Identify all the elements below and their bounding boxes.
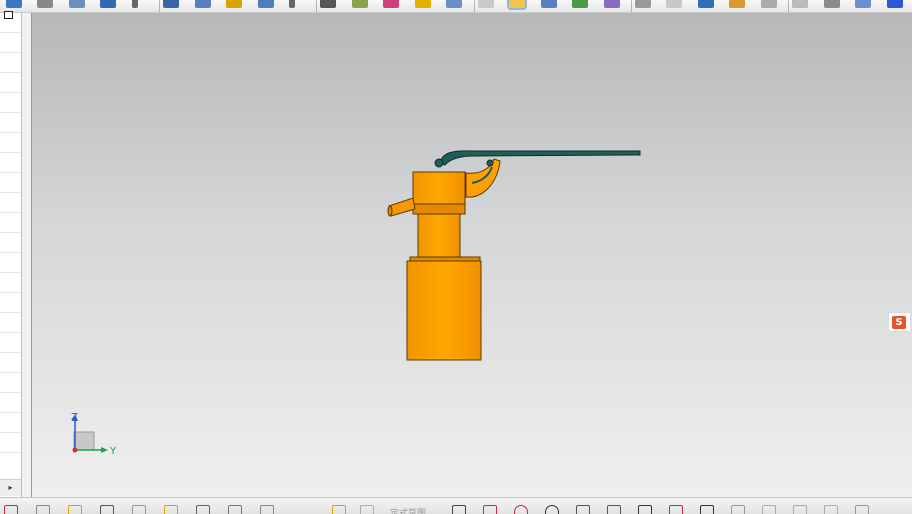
wire-box-icon[interactable] [761, 0, 777, 8]
blue-box-icon[interactable] [698, 0, 714, 8]
blend-icon[interactable] [258, 0, 274, 8]
lever-handle[interactable] [439, 150, 641, 166]
top-toolbar [0, 0, 912, 13]
extrude-icon[interactable] [100, 0, 116, 8]
panel-row[interactable] [0, 213, 21, 233]
arrow-tool-icon[interactable] [824, 0, 840, 8]
panel-rows [0, 13, 21, 453]
triad-origin [72, 447, 78, 453]
sphere-icon[interactable] [195, 0, 211, 8]
box-icon[interactable] [320, 0, 336, 8]
panel-row[interactable] [0, 53, 21, 73]
coordinate-triad: Z Y [71, 412, 117, 457]
resource-panel: ▸ [0, 13, 22, 497]
y-axis-label: Y [109, 446, 117, 457]
arc-view-icon[interactable] [541, 0, 557, 8]
pivot-pin-left[interactable] [434, 158, 444, 168]
cloud-icon[interactable] [666, 0, 682, 8]
pink-curve-icon[interactable] [383, 0, 399, 8]
shaded-cube-active-icon[interactable] [507, 0, 527, 10]
panel-row[interactable] [0, 93, 21, 113]
z-axis-label: Z [71, 412, 78, 423]
wire-cube-icon[interactable] [855, 0, 871, 8]
pump-assembly-model[interactable] [32, 13, 912, 497]
panel-scroll-right-button[interactable]: ▸ [0, 479, 21, 496]
panel-row[interactable] [0, 73, 21, 93]
bottom-toolbar: 定式草图 [0, 497, 912, 514]
surface-icon[interactable] [69, 0, 85, 8]
sogou-ime-icon: S [892, 316, 906, 329]
toolbar-separator [631, 0, 632, 12]
base-block[interactable] [406, 260, 482, 361]
panel-row[interactable] [0, 153, 21, 173]
panel-row[interactable] [0, 193, 21, 213]
toolbar-separator [316, 0, 317, 12]
gear-part-icon[interactable] [635, 0, 651, 8]
panel-row[interactable] [0, 33, 21, 53]
toolbar-separator [159, 0, 160, 12]
panel-row[interactable] [0, 333, 21, 353]
panel-row[interactable] [0, 173, 21, 193]
blue-cube-icon[interactable] [887, 0, 903, 8]
toolbar-separator [474, 0, 475, 12]
panel-row[interactable] [0, 133, 21, 153]
panel-row[interactable] [0, 233, 21, 253]
triad-plane [73, 431, 95, 451]
dropdown-icon[interactable] [289, 0, 295, 8]
panel-row[interactable] [0, 373, 21, 393]
maximize-icon[interactable] [4, 11, 13, 19]
spline-icon[interactable] [37, 0, 53, 8]
input-method-badge[interactable]: S [888, 312, 910, 332]
panel-splitter[interactable] [22, 13, 32, 497]
gold-sphere-icon[interactable] [226, 0, 242, 8]
panel-row[interactable] [0, 293, 21, 313]
panel-row[interactable] [0, 393, 21, 413]
plane-icon[interactable] [478, 0, 494, 8]
texture-icon[interactable] [572, 0, 588, 8]
yellow-block-icon[interactable] [415, 0, 431, 8]
panel-row[interactable] [0, 273, 21, 293]
colored-texture-icon[interactable] [604, 0, 620, 8]
y-arrow [101, 447, 108, 453]
folder-icon[interactable] [729, 0, 745, 8]
graphics-viewport[interactable]: Z Y S [32, 13, 912, 497]
panel-row[interactable] [0, 113, 21, 133]
dropdown-icon[interactable] [132, 0, 138, 8]
panel-row[interactable] [0, 353, 21, 373]
panel-row[interactable] [0, 413, 21, 433]
spout-opening [387, 205, 393, 217]
wire-box-2-icon[interactable] [792, 0, 808, 8]
cylinder-stack-icon[interactable] [163, 0, 179, 8]
panel-row[interactable] [0, 433, 21, 453]
shaded-box-icon[interactable] [446, 0, 462, 8]
panel-row[interactable] [0, 253, 21, 273]
pivot-pin-right[interactable] [486, 159, 494, 167]
plus-icon[interactable] [6, 0, 22, 8]
pump-cylinder[interactable] [417, 213, 461, 261]
pump-head[interactable] [412, 171, 466, 205]
spout[interactable] [388, 197, 416, 217]
head-collar [412, 203, 466, 215]
toolbar-separator [788, 0, 789, 12]
panel-row[interactable] [0, 313, 21, 333]
hand-icon[interactable] [352, 0, 368, 8]
